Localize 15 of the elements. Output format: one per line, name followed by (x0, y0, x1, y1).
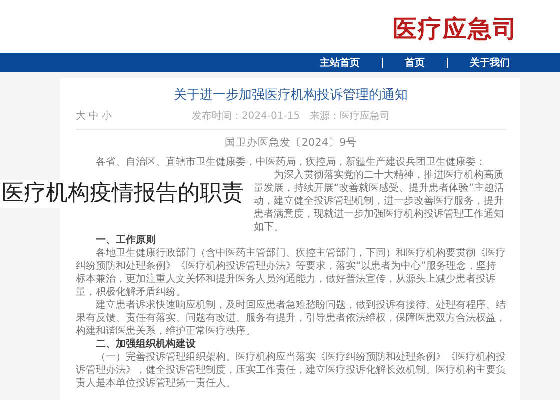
paragraph: 各省、自治区、直辖市卫生健康委，中医药局，疾控局，新疆生产建设兵团卫生健康委： (95, 156, 487, 169)
document-number: 国卫办医急发〔2024〕9号 (224, 136, 358, 150)
article-title: 关于进一步加强医疗机构投诉管理的通知 (173, 87, 409, 104)
paragraph: 建立患者诉求快速响应机制，及时回应患者急难愁盼问题，做到投诉有接待、处理有程序、结果有反馈、责任有落实、问题有改进、服务有提升，引导患者依法维权，保障医患双方合法权益，构建和谐医患关系，维护正常医疗秩序。 (76, 299, 506, 338)
paragraph: （一）完善投诉管理组织架构。医疗机构应当落实《医疗纠纷预防和处理条例》《医疗机构投诉管理办法》，健全投诉管理制度，压实工作责任，建立医疗投诉化解长效机制。医疗机构主要负责人是本单位投诉管理第一责任人。 (76, 351, 506, 390)
nav-link[interactable]: 首页 (405, 56, 425, 70)
nav-link[interactable]: 主站首页 (320, 56, 360, 70)
section-heading: 一、工作原则 (95, 234, 157, 247)
publish-info: 发布时间：2024-01-15 来源：医疗应急司 (192, 110, 390, 123)
caption-text: 医疗机构疫情报告的职责 (0, 180, 246, 208)
section-heading: 二、加强组织机构建设 (95, 338, 197, 351)
site-logo[interactable]: 医疗应急司 (393, 12, 518, 44)
paragraph: 为深入贯彻落实党的二十大精神，推进医疗机构高质量发展，持续开展“改善就医感受、提升患者体验”主题活动，建立健全投诉管理机制，进一步改善医疗服务，提升患者满意度，现就进一步加强医疗机构投诉管理工作通知如下。 (254, 169, 506, 234)
nav-link[interactable]: 关于我们 (470, 56, 510, 70)
paragraph: 各地卫生健康行政部门（含中医药主管部门、疾控主管部门，下同）和医疗机构要贯彻《医疗纠纷预防和处理条例》《医疗机构投诉管理办法》等要求，落实“以患者为中心”服务理念，坚持标本兼治，更加注重人文关怀和提升医务人员沟通能力，做好普法宣传，从源头上减少患者投诉量，积极化解矛盾纠纷。 (76, 247, 506, 299)
